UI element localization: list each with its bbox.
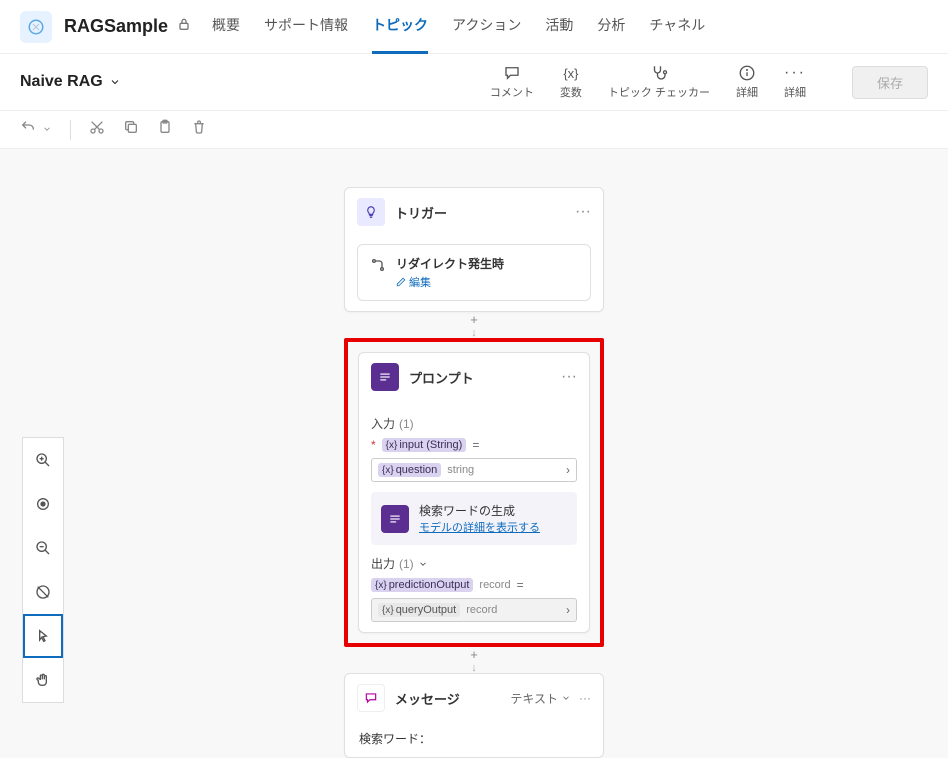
trigger-more-button[interactable]: ··· [575,203,591,221]
save-button[interactable]: 保存 [852,66,928,99]
redirect-edit-link[interactable]: 編集 [396,274,504,290]
tab-overview[interactable]: 概要 [212,0,240,54]
zoom-toolbar [22,437,64,703]
tab-analytics[interactable]: 分析 [597,0,625,54]
comment-button[interactable]: コメント [490,64,534,100]
variable-icon: {x} [563,64,578,82]
lock-icon [176,16,192,37]
prompt-icon [381,505,409,533]
plus-icon[interactable]: + [470,312,478,327]
message-node[interactable]: メッセージ テキスト ··· 検索ワード： [344,673,604,758]
chevron-down-icon [109,76,121,88]
input-section-label: 入力 (1) [371,415,577,432]
prompt-title: プロンプト [409,368,551,387]
variables-button[interactable]: {x} 変数 [560,64,582,100]
info-icon [738,64,756,82]
minimap-button[interactable] [23,570,63,614]
topic-checker-button[interactable]: トピック チェッカー [608,64,710,100]
paste-button[interactable] [157,119,173,140]
pencil-icon [396,277,406,287]
connector: + ↓ [344,647,604,673]
app-logo [20,11,52,43]
tab-channels[interactable]: チャネル [649,0,705,54]
prompt-more-button[interactable]: ··· [561,368,577,386]
prompt-node[interactable]: プロンプト ··· 入力 (1) * {x} input (String) = … [358,352,590,633]
pan-button[interactable] [23,658,63,702]
undo-button[interactable] [20,119,36,140]
message-body[interactable]: 検索ワード： [357,730,591,747]
trigger-node[interactable]: トリガー ··· リダイレクト発生時 編集 [344,187,604,312]
plus-icon[interactable]: + [470,647,478,662]
prompt-icon [371,363,399,391]
more-button[interactable]: ··· 詳細 [784,64,806,100]
chevron-down-icon [418,559,428,569]
chevron-down-icon [561,693,571,703]
highlight-box: プロンプト ··· 入力 (1) * {x} input (String) = … [344,338,604,647]
comment-icon [503,64,521,82]
message-icon [357,684,385,712]
gen-title: 検索ワードの生成 [419,502,540,519]
required-star: * [371,438,376,452]
model-card[interactable]: 検索ワードの生成 モデルの詳細を表示する [371,492,577,545]
topic-name-label: Naive RAG [20,73,103,91]
message-title: メッセージ [395,689,500,708]
tab-topics[interactable]: トピック [372,0,428,54]
topic-name-dropdown[interactable]: Naive RAG [20,73,121,91]
message-more-button[interactable]: ··· [579,691,591,705]
trigger-title: トリガー [395,203,565,222]
more-icon: ··· [784,64,806,82]
connector: + ↓ [344,312,604,338]
lightbulb-icon [357,198,385,226]
gen-link[interactable]: モデルの詳細を表示する [419,519,540,535]
query-output-field[interactable]: {x} queryOutput record › [371,598,577,622]
chevron-right-icon: › [566,463,570,477]
tab-actions[interactable]: アクション [452,0,521,54]
chevron-right-icon: › [566,603,570,617]
zoom-in-button[interactable] [23,438,63,482]
delete-button[interactable] [191,119,207,140]
zoom-out-button[interactable] [23,526,63,570]
stethoscope-icon [650,64,668,82]
tab-activity[interactable]: 活動 [545,0,573,54]
details-button[interactable]: 詳細 [736,64,758,100]
prediction-var-badge: {x} predictionOutput [371,578,473,592]
redirect-icon [370,257,386,278]
undo-chevron-icon[interactable] [42,121,52,139]
output-section-label[interactable]: 出力 (1) [371,555,577,572]
zoom-fit-button[interactable] [23,482,63,526]
message-type-dropdown[interactable]: テキスト [510,690,571,707]
question-field[interactable]: {x} question string › [371,458,577,482]
app-title: RAGSample [64,16,168,37]
pointer-button[interactable] [23,614,63,658]
copy-button[interactable] [123,119,139,140]
tab-support[interactable]: サポート情報 [264,0,348,54]
main-tabs: 概要 サポート情報 トピック アクション 活動 分析 チャネル [212,0,705,54]
input-var-badge: {x} input (String) [382,438,467,452]
redirect-card[interactable]: リダイレクト発生時 編集 [357,244,591,301]
cut-button[interactable] [89,119,105,140]
redirect-title: リダイレクト発生時 [396,255,504,272]
